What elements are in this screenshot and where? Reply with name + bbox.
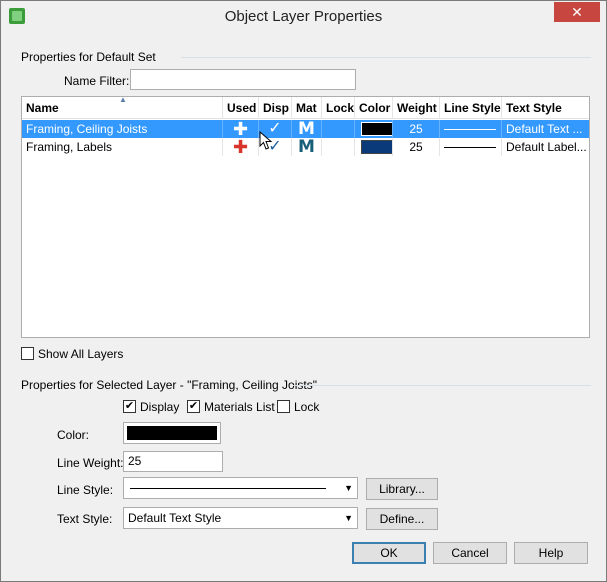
used-cell[interactable]: ✚ (223, 120, 259, 138)
default-set-group-label: Properties for Default Set (21, 50, 156, 64)
window-title: Object Layer Properties (224, 8, 383, 25)
define-button[interactable]: Define... (366, 508, 438, 530)
lock-label: Lock (294, 400, 320, 414)
line-style-cell[interactable] (440, 120, 502, 138)
name-filter-input[interactable] (130, 69, 356, 90)
column-header-mat[interactable]: Mat (292, 97, 322, 119)
mouse-cursor-icon (259, 131, 273, 150)
display-label: Display (140, 400, 180, 414)
column-header-disp[interactable]: Disp (259, 97, 292, 119)
column-header-used[interactable]: Used (223, 97, 259, 119)
cancel-button[interactable]: Cancel (433, 542, 507, 564)
group-divider (293, 385, 591, 386)
title-bar[interactable]: Object Layer Properties ✕ (1, 1, 606, 32)
table-row[interactable]: Framing, Labels ✚ ✓ M 25 Default Label..… (22, 138, 589, 156)
ok-button[interactable]: OK (352, 542, 426, 564)
lock-cell[interactable] (322, 120, 355, 138)
color-cell[interactable] (355, 120, 393, 138)
mat-cell[interactable]: M (292, 138, 322, 156)
column-header-weight[interactable]: Weight (393, 97, 440, 119)
dropdown-arrow-icon: ▼ (344, 483, 353, 493)
line-style-cell[interactable] (440, 138, 502, 156)
color-picker-button[interactable] (123, 422, 221, 444)
materials-m-icon: M (298, 120, 315, 138)
lock-checkbox[interactable]: Lock (277, 399, 327, 415)
help-button[interactable]: Help (514, 542, 588, 564)
list-header: ▲ Name Used Disp Mat Lock Color Weight L… (22, 96, 589, 119)
selected-color-swatch (127, 426, 217, 440)
row-name: Framing, Ceiling Joists (22, 120, 223, 138)
color-swatch (361, 140, 392, 154)
name-filter-label: Name Filter: (64, 74, 130, 88)
text-style-cell[interactable]: Default Label... (502, 138, 589, 156)
line-style-label: Line Style: (57, 483, 114, 497)
color-swatch (361, 122, 392, 136)
selected-layer-group-label: Properties for Selected Layer - "Framing… (21, 378, 317, 392)
group-divider (181, 57, 591, 58)
line-style-preview (130, 488, 326, 489)
column-header-line-style[interactable]: Line Style (440, 97, 502, 119)
used-cell[interactable]: ✚ (223, 138, 259, 156)
line-style-preview (444, 129, 496, 130)
materials-m-icon: M (298, 138, 315, 156)
text-style-dropdown[interactable]: Default Text Style ▼ (123, 507, 358, 529)
show-all-layers-box[interactable] (21, 347, 34, 360)
lock-cell[interactable] (322, 138, 355, 156)
used-plus-icon: ✚ (232, 138, 249, 156)
dialog-window: Object Layer Properties ✕ Properties for… (0, 0, 607, 582)
display-check-icon[interactable]: ✔ (123, 400, 136, 413)
layer-list[interactable]: ▲ Name Used Disp Mat Lock Color Weight L… (21, 96, 590, 338)
line-style-dropdown[interactable]: ▼ (123, 477, 358, 499)
color-cell[interactable] (355, 138, 393, 156)
column-header-text-style[interactable]: Text Style (502, 97, 589, 119)
column-header-name[interactable]: Name (22, 97, 223, 119)
line-style-preview (444, 147, 496, 148)
text-style-label: Text Style: (57, 512, 113, 526)
app-icon (9, 8, 25, 24)
lock-box[interactable] (277, 400, 290, 413)
color-label: Color: (57, 428, 90, 442)
text-style-value: Default Text Style (128, 511, 222, 525)
row-name: Framing, Labels (22, 138, 223, 156)
dropdown-arrow-icon: ▼ (344, 513, 353, 523)
column-header-color[interactable]: Color (355, 97, 393, 119)
show-all-layers-label: Show All Layers (38, 347, 124, 361)
materials-list-checkbox[interactable]: ✔ Materials List (187, 399, 277, 415)
weight-cell[interactable]: 25 (393, 120, 440, 138)
materials-list-label: Materials List (204, 400, 275, 414)
mat-cell[interactable]: M (292, 120, 322, 138)
line-weight-input[interactable]: 25 (123, 451, 223, 472)
text-style-cell[interactable]: Default Text ... (502, 120, 589, 138)
show-all-layers-checkbox[interactable]: Show All Layers (21, 346, 141, 362)
weight-cell[interactable]: 25 (393, 138, 440, 156)
materials-list-check-icon[interactable]: ✔ (187, 400, 200, 413)
table-row[interactable]: Framing, Ceiling Joists ✚ ✓ M 25 Default… (22, 120, 589, 138)
library-button[interactable]: Library... (366, 478, 438, 500)
display-checkbox[interactable]: ✔ Display (123, 399, 183, 415)
column-header-lock[interactable]: Lock (322, 97, 355, 119)
line-weight-label: Line Weight: (57, 456, 124, 470)
close-button[interactable]: ✕ (554, 2, 600, 22)
used-plus-icon: ✚ (232, 120, 249, 138)
